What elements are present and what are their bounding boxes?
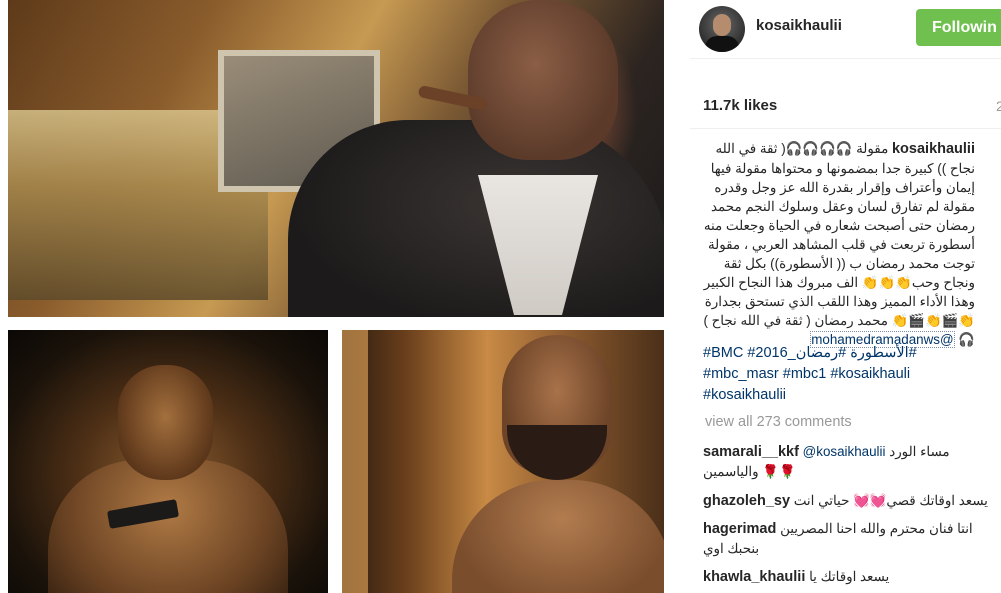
comment-item: hagerimad انتا فنان محترم والله احنا الم… [703, 519, 993, 558]
comment-item: khawla_khaulii يسعد اوقاتك يا [703, 567, 993, 587]
caption-hashtags[interactable]: #BMC #الأسطورة #رمضان_2016# #mbc_masr #m… [703, 343, 963, 406]
comment-item: ghazoleh_sy يسعد اوقاتك قصي💓💓 حياتي انت [703, 491, 993, 511]
caption-username[interactable]: kosaikhaulii [892, 141, 975, 157]
avatar-suit [705, 36, 739, 52]
following-button[interactable]: Followin [916, 9, 1001, 46]
comment-username[interactable]: samarali__kkf [703, 444, 799, 460]
comment-username[interactable]: hagerimad [703, 521, 776, 537]
comment-mention[interactable]: @kosaikhaulii [803, 444, 886, 459]
view-all-comments-link[interactable]: view all 273 comments [705, 414, 852, 430]
photo-background-frame [342, 330, 368, 593]
caption-text: مقولة 🎧🎧🎧🎧( ثقة في الله نجاح )) كبيرة جد… [703, 141, 975, 347]
post-photo-bottom-right[interactable] [342, 330, 664, 593]
avatar-face [713, 14, 731, 36]
likes-divider [690, 128, 1001, 129]
comment-text: يسعد اوقاتك يا [809, 569, 890, 584]
post-photo-bottom-left[interactable] [8, 330, 328, 593]
photo-subject-face [118, 365, 213, 480]
likes-count[interactable]: 11.7k likes [703, 97, 777, 114]
header-username[interactable]: kosaikhaulii [756, 17, 842, 34]
comment-username[interactable]: ghazoleh_sy [703, 493, 790, 509]
comment-text: يسعد اوقاتك قصي💓💓 حياتي انت [793, 493, 988, 508]
photo-subject-head [468, 0, 618, 160]
photo-subject-beard [507, 425, 607, 480]
post-caption: kosaikhaulii مقولة 🎧🎧🎧🎧( ثقة في الله نجا… [703, 139, 975, 349]
photo-subject-torso [452, 480, 664, 593]
header-divider [690, 58, 1001, 59]
photo-subject-jacket [288, 120, 664, 317]
post-photo-main[interactable] [8, 0, 664, 317]
comment-username[interactable]: khawla_khaulii [703, 569, 805, 585]
likes-extra: 2 [996, 98, 1001, 114]
avatar[interactable] [699, 6, 745, 52]
comment-item: samarali__kkf @kosaikhaulii مساء الورد و… [703, 442, 993, 481]
